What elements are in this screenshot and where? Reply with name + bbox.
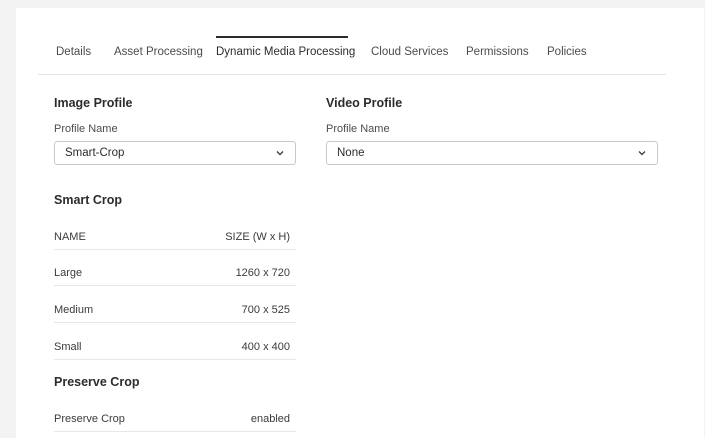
- tab-permissions[interactable]: Permissions: [466, 46, 529, 58]
- tab-asset-processing[interactable]: Asset Processing: [114, 46, 203, 58]
- preserve-crop-row: Preserve Crop enabled: [54, 411, 296, 432]
- video-profile-select[interactable]: None: [326, 141, 658, 165]
- crop-size: 400 x 400: [241, 341, 290, 353]
- preserve-crop-label: Preserve Crop: [54, 413, 125, 425]
- image-profile-name-label: Profile Name: [54, 123, 118, 135]
- video-profile-value: None: [337, 147, 365, 159]
- crop-size: 1260 x 720: [235, 267, 290, 279]
- active-tab-indicator: [216, 36, 348, 38]
- table-row: Small 400 x 400: [54, 339, 296, 360]
- smart-crop-header-row: NAME SIZE (W x H): [54, 229, 296, 250]
- chevron-down-icon: [276, 151, 284, 156]
- size-column-header: SIZE (W x H): [225, 231, 290, 243]
- chevron-down-icon: [638, 151, 646, 156]
- preserve-crop-value: enabled: [250, 413, 290, 425]
- crop-name: Medium: [54, 304, 94, 316]
- image-profile-value: Smart-Crop: [65, 147, 125, 159]
- name-column-header: NAME: [54, 231, 86, 243]
- crop-size: 700 x 525: [241, 304, 290, 316]
- tab-cloud-services[interactable]: Cloud Services: [371, 46, 448, 58]
- tab-policies[interactable]: Policies: [547, 46, 587, 58]
- crop-name: Large: [54, 267, 83, 279]
- tab-details[interactable]: Details: [56, 46, 91, 58]
- tab-dynamic-media-processing[interactable]: Dynamic Media Processing: [216, 46, 355, 58]
- table-row: Large 1260 x 720: [54, 265, 296, 286]
- table-row: Medium 700 x 525: [54, 302, 296, 323]
- smart-crop-title: Smart Crop: [54, 193, 123, 207]
- video-profile-title: Video Profile: [326, 96, 403, 110]
- tab-bar: Details Asset Processing Dynamic Media P…: [38, 36, 666, 75]
- video-profile-name-label: Profile Name: [326, 123, 390, 135]
- crop-name: Small: [54, 341, 82, 353]
- preserve-crop-title: Preserve Crop: [54, 375, 140, 389]
- image-profile-select[interactable]: Smart-Crop: [54, 141, 296, 165]
- image-profile-title: Image Profile: [54, 96, 133, 110]
